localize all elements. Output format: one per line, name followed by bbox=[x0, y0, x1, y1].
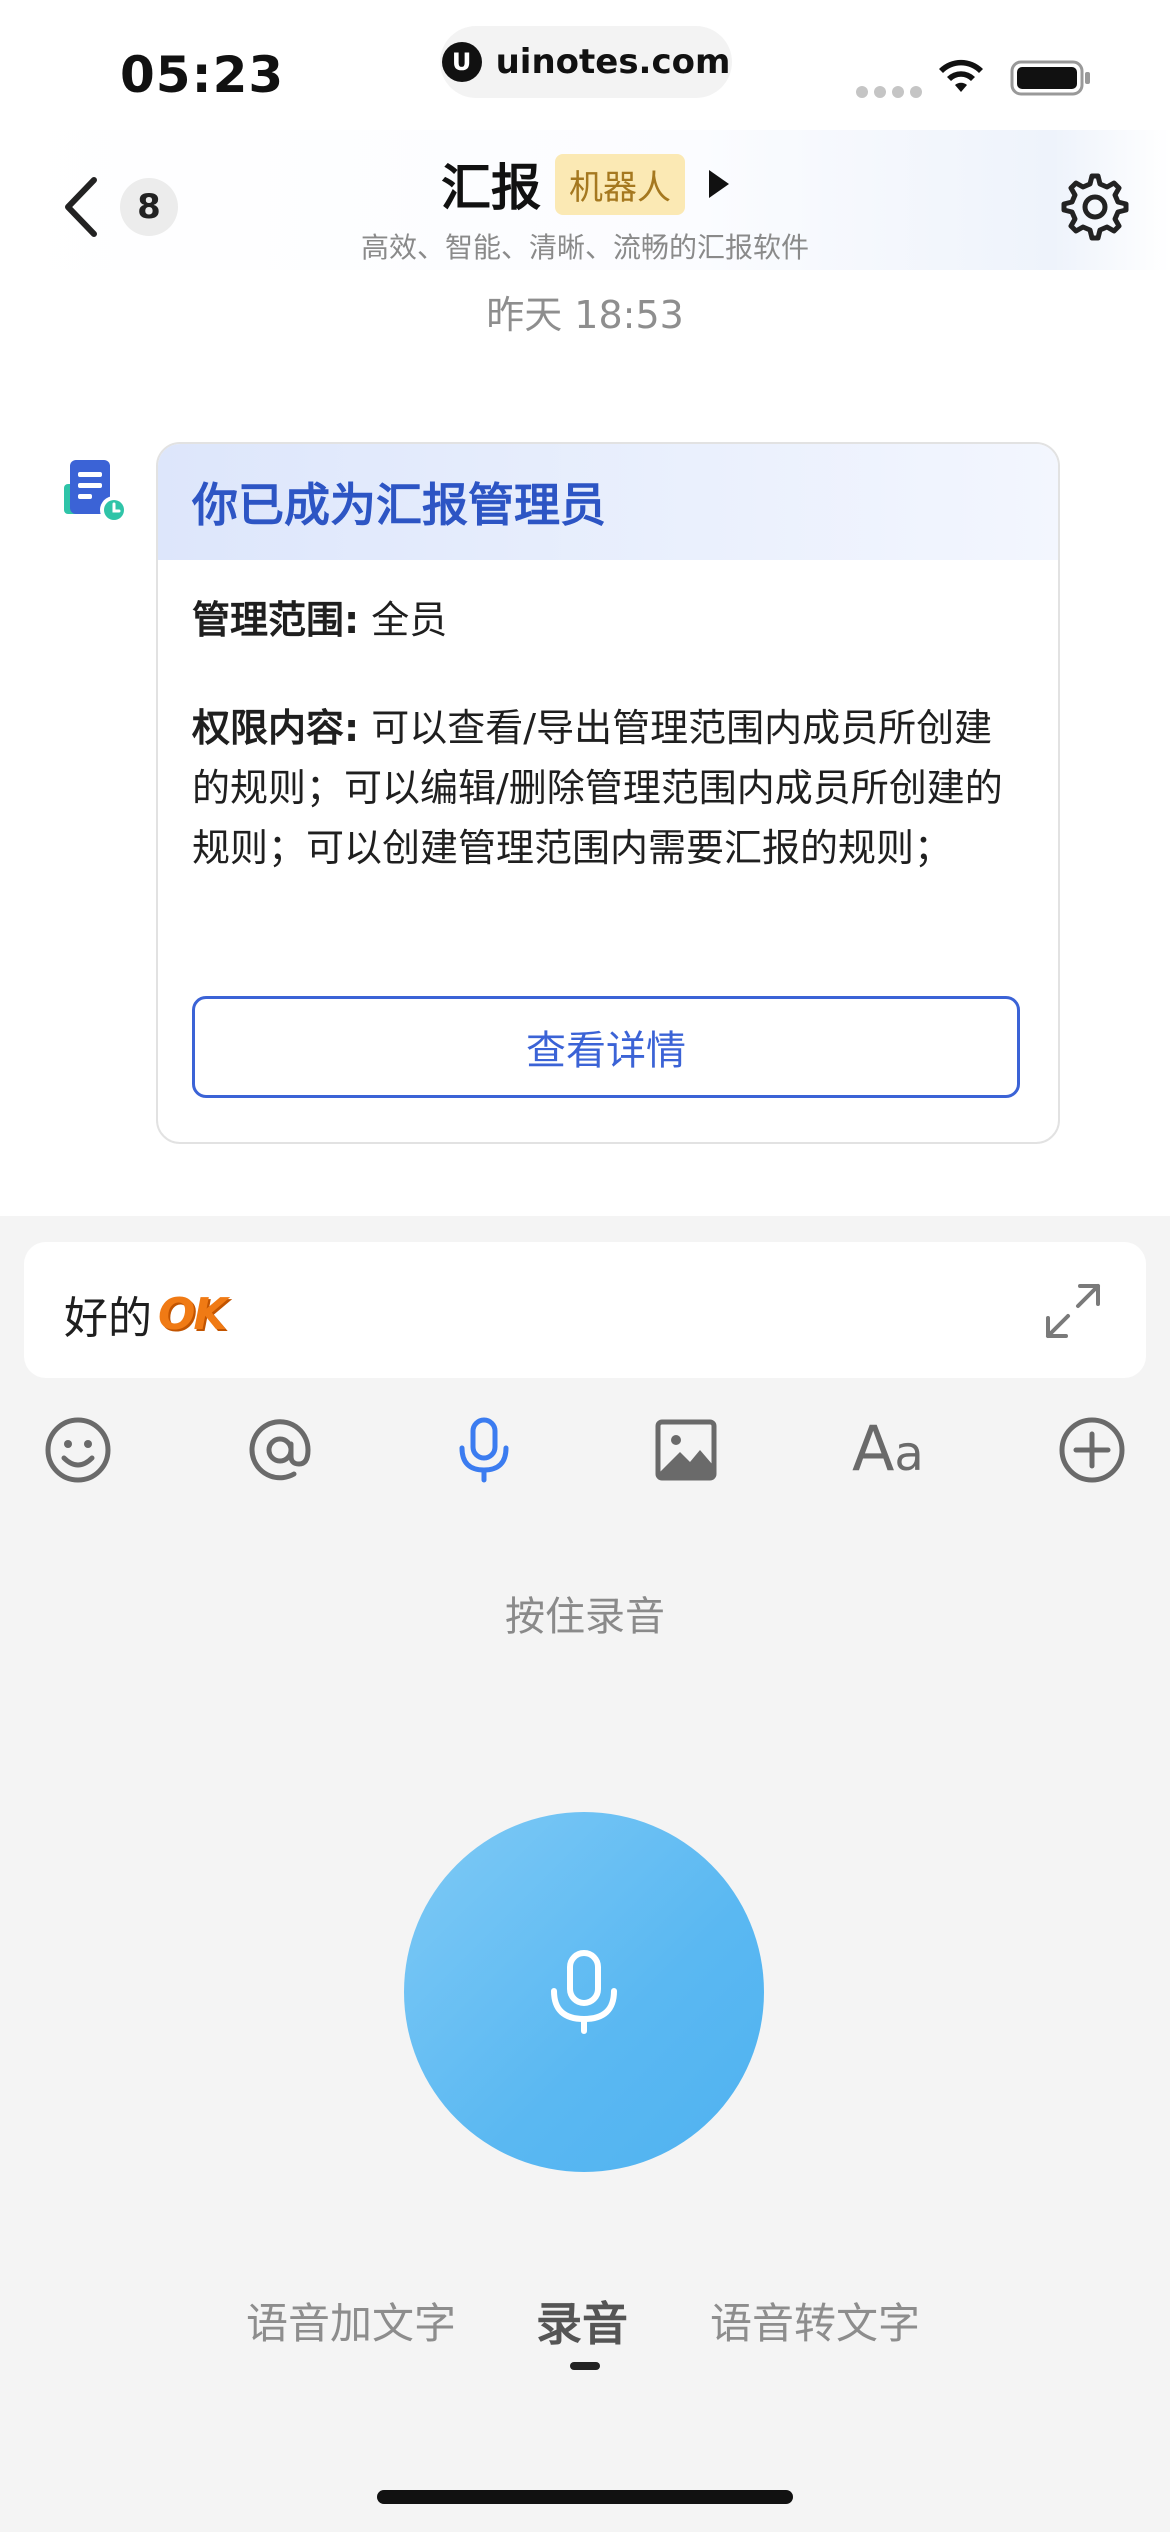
message-input[interactable]: 好的 OK bbox=[24, 1242, 1146, 1378]
chat-title-row[interactable]: 汇报 机器人 bbox=[0, 148, 1170, 220]
permission-label: 权限内容: bbox=[192, 706, 360, 750]
active-tab-indicator bbox=[570, 2362, 600, 2370]
wifi-icon bbox=[939, 59, 983, 92]
card-body: 管理范围: 全员 权限内容: 可以查看/导出管理范围内成员所创建的规则；可以编辑… bbox=[158, 560, 1058, 878]
message-timestamp: 昨天 18:53 bbox=[486, 293, 684, 337]
input-text: 好的 bbox=[64, 1293, 152, 1344]
admin-notification-card: 你已成为汇报管理员 管理范围: 全员 权限内容: 可以查看/导出管理范围内成员所… bbox=[156, 442, 1060, 1144]
font-icon[interactable]: Aa bbox=[852, 1412, 924, 1485]
url-pill[interactable]: U uinotes.com bbox=[440, 26, 732, 98]
home-indicator bbox=[377, 2490, 793, 2504]
play-icon[interactable] bbox=[709, 170, 729, 198]
url-text: uinotes.com bbox=[495, 42, 731, 82]
status-time: 05:23 bbox=[120, 46, 285, 104]
scope-value: 全员 bbox=[371, 598, 448, 642]
gear-icon[interactable] bbox=[1060, 172, 1130, 242]
plus-circle-icon[interactable] bbox=[1056, 1414, 1128, 1486]
tab-voice-with-text[interactable]: 语音加文字 bbox=[246, 2290, 456, 2351]
card-title: 你已成为汇报管理员 bbox=[192, 478, 606, 532]
microphone-icon[interactable] bbox=[448, 1414, 520, 1486]
view-details-button[interactable]: 查看详情 bbox=[192, 996, 1020, 1098]
battery-icon bbox=[1010, 60, 1090, 96]
chat-subtitle: 高效、智能、清晰、流畅的汇报软件 bbox=[360, 231, 809, 264]
ok-sticker: OK bbox=[158, 1288, 227, 1340]
record-button[interactable] bbox=[404, 1812, 764, 2172]
image-icon[interactable] bbox=[650, 1414, 722, 1486]
card-header: 你已成为汇报管理员 bbox=[158, 444, 1058, 560]
chat-title: 汇报 bbox=[441, 159, 541, 217]
microphone-icon bbox=[551, 1950, 617, 2034]
tab-voice-to-text[interactable]: 语音转文字 bbox=[710, 2290, 920, 2351]
input-content: 好的 OK bbox=[64, 1282, 227, 1346]
expand-icon[interactable] bbox=[1040, 1278, 1106, 1344]
site-logo-icon: U bbox=[441, 42, 482, 82]
tab-record[interactable]: 录音 bbox=[536, 2288, 628, 2354]
robot-tag: 机器人 bbox=[555, 153, 685, 215]
at-icon[interactable] bbox=[244, 1414, 316, 1486]
permission-line: 权限内容: 可以查看/导出管理范围内成员所创建的规则；可以编辑/删除管理范围内成… bbox=[192, 698, 1024, 878]
emoji-icon[interactable] bbox=[42, 1414, 114, 1486]
scope-label: 管理范围: bbox=[192, 598, 360, 642]
cellular-signal-icon bbox=[856, 86, 922, 98]
report-bot-avatar-icon[interactable] bbox=[60, 456, 132, 528]
scope-line: 管理范围: 全员 bbox=[192, 590, 1024, 650]
hold-to-record-hint: 按住录音 bbox=[505, 1594, 665, 1640]
